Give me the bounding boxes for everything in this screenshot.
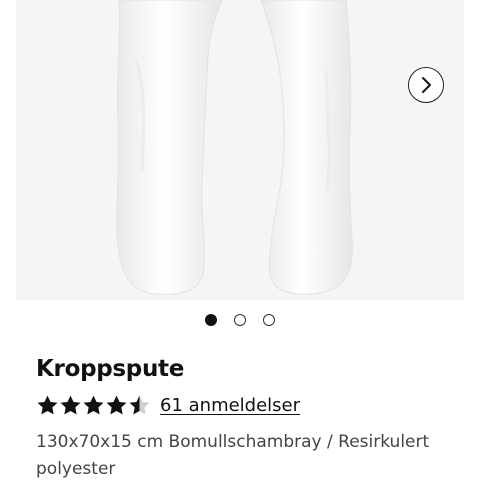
star-full-icon (106, 395, 127, 415)
product-info: Kroppspute 61 anmeldelser 130x70x15 cm B… (36, 352, 456, 483)
star-full-icon (37, 395, 58, 415)
pagination-dot[interactable] (263, 314, 275, 326)
product-title: Kroppspute (36, 356, 185, 382)
product-image (16, 0, 464, 300)
star-full-icon (60, 395, 81, 415)
pagination-dot[interactable] (205, 314, 217, 326)
product-description: 130x70x15 cm Bomullschambray / Resirkule… (36, 432, 430, 479)
gallery-pagination (0, 313, 480, 327)
star-half-icon (129, 395, 150, 415)
reviews-link[interactable]: 61 anmeldelser (160, 395, 300, 416)
rating-stars (36, 394, 151, 416)
next-image-button[interactable] (408, 67, 444, 103)
product-gallery (0, 0, 480, 340)
rating-row: 61 anmeldelser (36, 390, 456, 420)
chevron-right-icon (422, 77, 431, 93)
body-pillow-illustration (116, 0, 353, 295)
star-full-icon (83, 395, 104, 415)
pagination-dot[interactable] (234, 314, 246, 326)
